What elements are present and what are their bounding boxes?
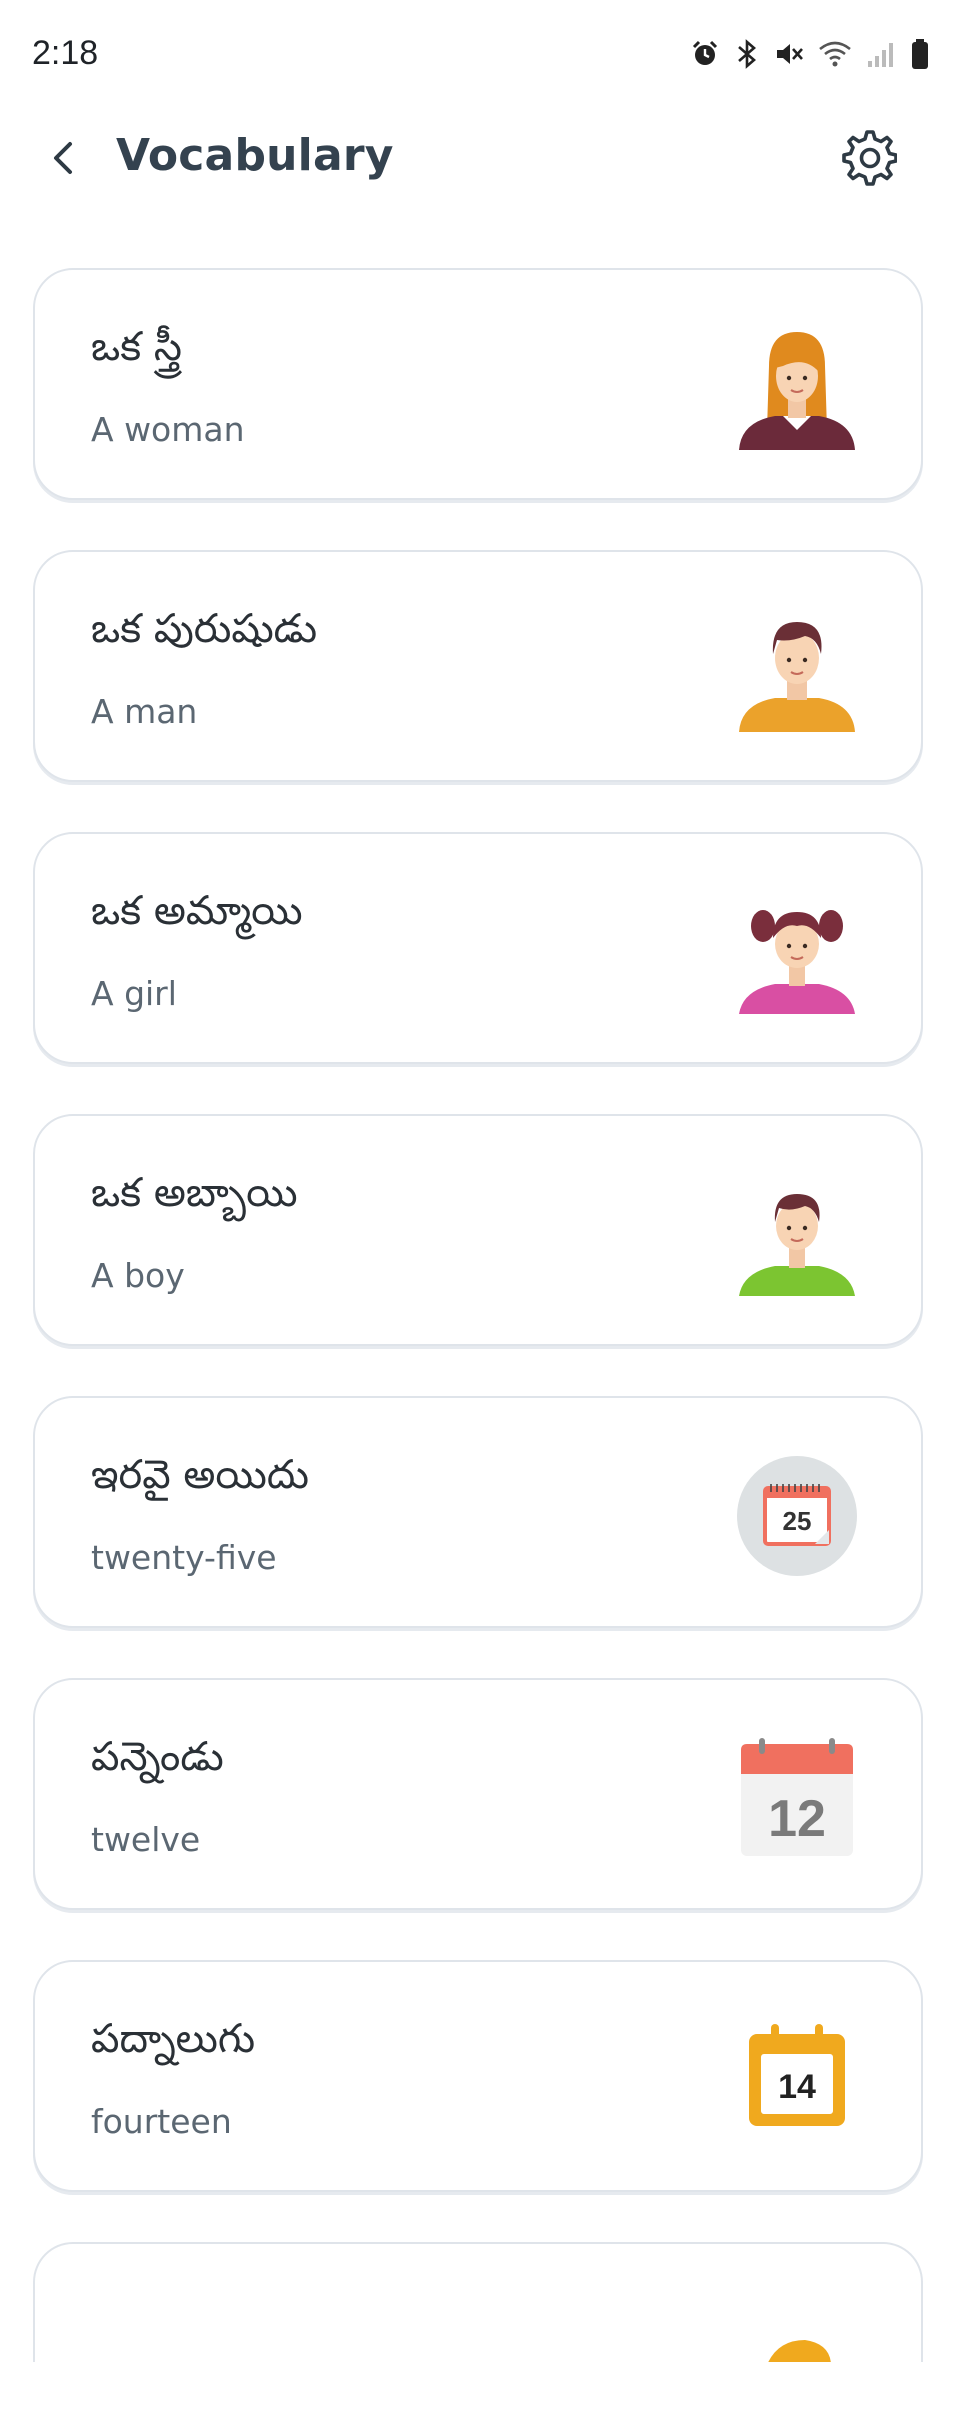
vocab-english-translation: twelve [91,1820,201,1859]
bluetooth-icon [734,39,760,69]
vocab-native-word: ఒక స్త్రీ [91,324,182,370]
settings-button[interactable] [836,128,900,192]
vocab-card[interactable]: ఇరవై అయిదు twenty-five 25 [33,1396,923,1628]
girl-avatar-icon [735,890,859,1014]
vocab-english-translation: twenty-five [91,1538,277,1577]
gear-icon [839,129,898,191]
vocab-card[interactable]: ఒక అమ్మాయి A girl [33,832,923,1064]
chevron-left-icon [44,138,84,182]
vocab-native-word: ఇరవై అయిదు [91,1452,309,1498]
signal-icon [866,39,896,69]
calendar-25-number: 25 [783,1506,812,1536]
boy-avatar-icon [735,1172,859,1296]
status-time: 2:18 [32,34,99,72]
alarm-icon [690,39,720,69]
battery-icon [910,38,930,70]
man-avatar-icon [735,608,859,732]
vocab-card[interactable]: పద్నాలుగు fourteen 14 [33,1960,923,2192]
vocab-card-partial[interactable] [33,2242,923,2362]
vocab-card[interactable]: ఒక స్త్రీ A woman [33,268,923,500]
vocab-card[interactable]: ఒక పురుషుడు A man [33,550,923,782]
woman-avatar-icon [735,326,859,450]
mute-icon [774,39,804,69]
calendar-12-number: 12 [768,1790,826,1848]
calendar-25-icon: 25 [735,1454,859,1578]
back-button[interactable] [40,136,88,184]
vocab-native-word: ఒక పురుషుడు [91,606,318,652]
calendar-14-icon: 14 [735,2018,859,2142]
page-title: Vocabulary [116,130,394,181]
vocab-card[interactable]: పన్నెండు twelve 12 [33,1678,923,1910]
vocab-english-translation: fourteen [91,2102,232,2141]
vocab-native-word: ఒక అబ్బాయి [91,1170,298,1216]
status-icons [690,38,930,70]
vocab-native-word: ఒక అమ్మాయి [91,888,303,934]
vocab-list: ఒక స్త్రీ A woman ఒక పురుషుడు A man ఒక అ… [33,268,927,2412]
partial-image-icon [735,2300,859,2362]
vocab-english-translation: A man [91,692,198,731]
vocab-english-translation: A girl [91,974,177,1013]
wifi-icon [818,39,852,69]
app-header: Vocabulary [0,118,960,202]
status-bar: 2:18 [0,0,960,110]
calendar-14-number: 14 [778,2068,816,2106]
vocab-english-translation: A boy [91,1256,185,1295]
calendar-12-icon: 12 [735,1736,859,1860]
vocab-native-word: పద్నాలుగు [91,2016,256,2062]
vocab-english-translation: A woman [91,410,245,449]
vocab-native-word: పన్నెండు [91,1734,224,1780]
vocab-card[interactable]: ఒక అబ్బాయి A boy [33,1114,923,1346]
